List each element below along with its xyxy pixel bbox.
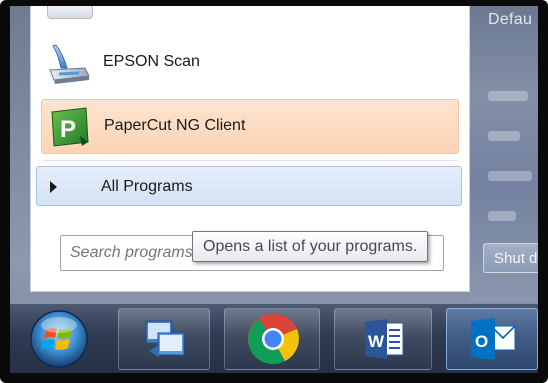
program-label: EPSON Scan bbox=[103, 53, 200, 70]
screenshot-frame: Defau Shut d EPSON Scan P PaperCut NG Cl… bbox=[0, 0, 548, 383]
desktop-screen: Defau Shut d EPSON Scan P PaperCut NG Cl… bbox=[10, 6, 538, 373]
shutdown-button[interactable]: Shut d bbox=[483, 243, 538, 273]
right-pane-item[interactable] bbox=[488, 211, 516, 221]
taskbar-word[interactable]: W bbox=[334, 308, 432, 370]
right-pane-item[interactable] bbox=[488, 91, 528, 101]
right-pane-item[interactable] bbox=[488, 131, 520, 141]
svg-text:P: P bbox=[60, 116, 76, 143]
all-programs-label: All Programs bbox=[101, 178, 193, 195]
outlook-icon: O bbox=[471, 318, 516, 360]
program-label: PaperCut NG Client bbox=[104, 117, 246, 134]
chrome-icon bbox=[248, 313, 299, 365]
taskbar-remote-desktop[interactable] bbox=[118, 308, 210, 370]
taskbar: W O bbox=[10, 304, 538, 373]
program-item-epson-scan[interactable]: EPSON Scan bbox=[41, 36, 459, 91]
program-item-partial[interactable] bbox=[47, 6, 93, 19]
all-programs-button[interactable]: All Programs bbox=[36, 166, 462, 206]
windows-orb-icon bbox=[30, 310, 88, 368]
menu-divider bbox=[43, 160, 457, 161]
svg-text:W: W bbox=[368, 332, 385, 351]
all-programs-tooltip: Opens a list of your programs. bbox=[192, 231, 429, 262]
epson-scan-icon bbox=[47, 42, 91, 86]
svg-text:O: O bbox=[475, 332, 488, 351]
taskbar-outlook[interactable]: O bbox=[446, 308, 538, 370]
remote-desktop-icon bbox=[145, 320, 185, 357]
right-pane-item[interactable] bbox=[488, 171, 532, 181]
start-button[interactable] bbox=[28, 309, 90, 369]
taskbar-chrome[interactable] bbox=[224, 308, 320, 370]
papercut-icon: P bbox=[48, 106, 92, 150]
word-icon: W bbox=[365, 319, 404, 359]
triangle-right-icon bbox=[50, 181, 57, 193]
program-item-papercut[interactable]: P PaperCut NG Client bbox=[41, 99, 459, 154]
default-programs-link[interactable]: Defau bbox=[488, 11, 532, 29]
